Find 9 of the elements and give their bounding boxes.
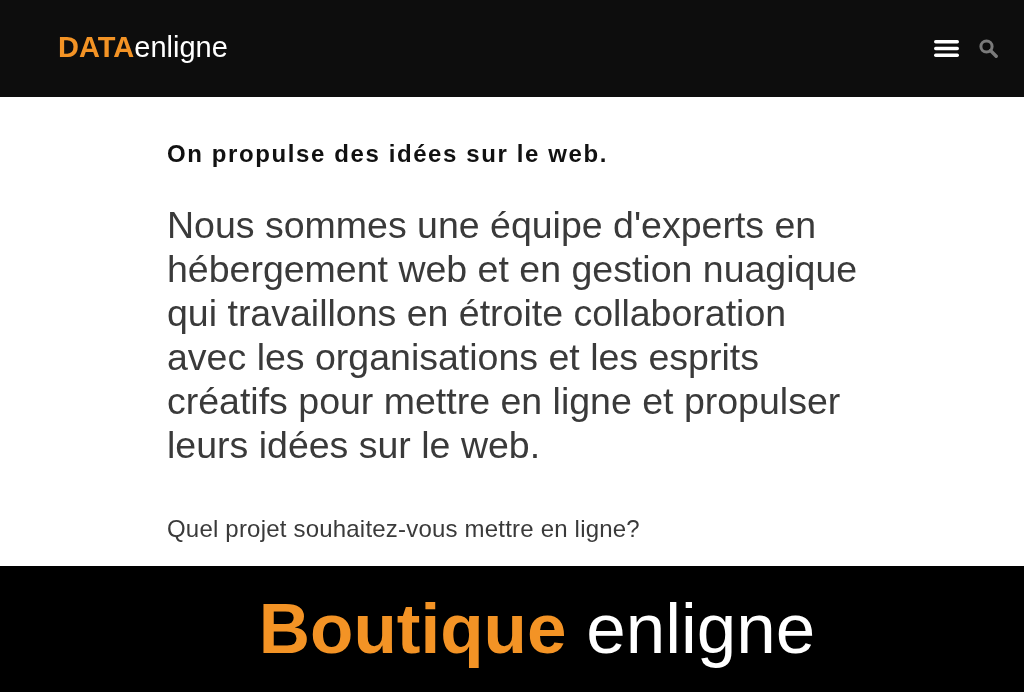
intro-paragraph: Nous sommes une équipe d'experts en hébergement web et en gestion nuagique qui travaillons en étroite collaboration avec les organisations et les esprits créatifs pour mettre en ligne et propulser leurs idées sur le web. (167, 203, 859, 467)
site-logo[interactable]: DATAenligne (58, 33, 228, 62)
tagline: On propulse des idées sur le web. (167, 139, 609, 169)
search-button[interactable] (979, 39, 998, 58)
menu-button[interactable] (934, 40, 959, 57)
project-question: Quel projet souhaitez-vous mettre en ligne? (167, 515, 641, 543)
banner-title: Boutique enligne (258, 588, 816, 670)
search-icon (979, 39, 998, 58)
menu-icon (934, 40, 959, 57)
